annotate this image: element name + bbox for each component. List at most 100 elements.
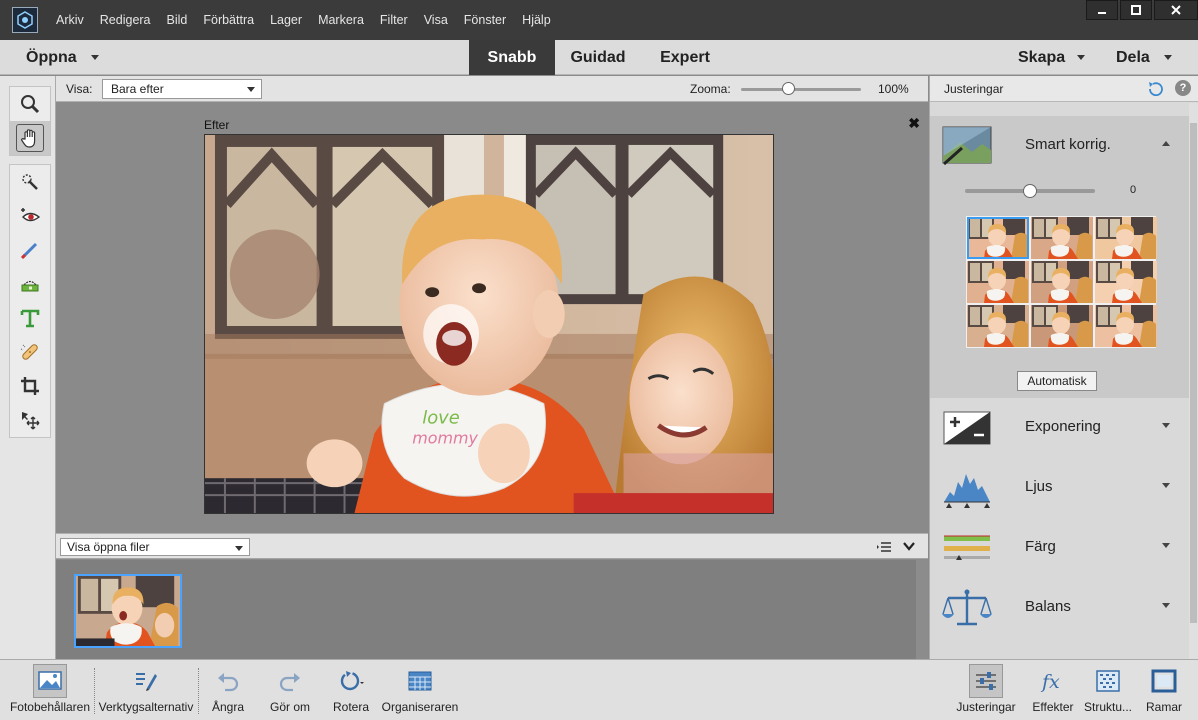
rotate-icon xyxy=(340,671,364,691)
color-icon xyxy=(944,535,990,560)
panel-scrollbar[interactable] xyxy=(1189,103,1198,659)
effects-button[interactable]: fx Effekter xyxy=(1028,664,1078,718)
levels-icon xyxy=(944,474,990,508)
menu-filter[interactable]: Filter xyxy=(372,0,416,40)
textures-button[interactable]: Struktu... xyxy=(1080,664,1136,718)
exposure-section[interactable]: Exponering xyxy=(930,398,1190,456)
menu-visa[interactable]: Visa xyxy=(416,0,456,40)
effects-icon: fx xyxy=(1040,671,1060,693)
red-eye-tool[interactable] xyxy=(10,199,50,233)
auto-button[interactable]: Automatisk xyxy=(1017,371,1097,391)
menu-bar: Arkiv Redigera Bild Förbättra Lager Mark… xyxy=(0,0,1198,40)
smart-fix-variation-thumbnail[interactable] xyxy=(1095,305,1157,347)
move-tool[interactable] xyxy=(10,403,50,437)
menu-forbattra[interactable]: Förbättra xyxy=(195,0,262,40)
color-section[interactable]: Färg xyxy=(930,518,1190,576)
bin-scrollbar[interactable] xyxy=(916,560,928,659)
chevron-down-icon[interactable] xyxy=(902,539,916,553)
smart-fix-variation-thumbnail[interactable] xyxy=(1031,305,1093,347)
photo-bin xyxy=(56,560,928,659)
redo-label: Gör om xyxy=(269,700,310,714)
menu-bild[interactable]: Bild xyxy=(159,0,196,40)
frames-button[interactable]: Ramar xyxy=(1140,664,1188,718)
zoom-slider-handle[interactable] xyxy=(782,82,795,95)
zoom-tool[interactable] xyxy=(10,87,50,121)
smart-fix-header[interactable]: Smart korrig. xyxy=(930,116,1190,174)
menu-redigera[interactable]: Redigera xyxy=(92,0,159,40)
menu-markera[interactable]: Markera xyxy=(310,0,372,40)
hand-icon xyxy=(21,129,36,148)
panel-header: Justeringar ? xyxy=(930,76,1198,102)
whiten-teeth-tool[interactable] xyxy=(10,233,50,267)
hand-tool[interactable] xyxy=(10,121,50,155)
rotate-button[interactable]: Rotera xyxy=(326,664,376,718)
frames-label: Ramar xyxy=(1145,700,1182,714)
bin-photo-thumbnail[interactable] xyxy=(74,574,182,648)
organizer-label: Organiseraren xyxy=(381,700,459,714)
smart-fix-variation-thumbnail[interactable] xyxy=(967,217,1029,259)
open-button[interactable]: Öppna xyxy=(26,40,99,75)
panel-scrollbar-thumb[interactable] xyxy=(1190,123,1197,623)
chevron-down-icon xyxy=(247,87,255,92)
smart-fix-slider-handle[interactable] xyxy=(1023,184,1037,198)
tool-options-button[interactable]: Verktygsalternativ xyxy=(96,664,196,718)
crop-tool[interactable] xyxy=(10,369,50,403)
balance-section[interactable]: Balans xyxy=(930,578,1190,636)
bin-options-icon[interactable] xyxy=(876,540,892,554)
close-window-icon[interactable] xyxy=(1154,0,1198,20)
maximize-icon[interactable] xyxy=(1120,0,1152,20)
levels-section[interactable]: Ljus xyxy=(930,458,1190,516)
eye-icon xyxy=(21,208,41,222)
undo-button[interactable]: Ångra xyxy=(202,664,254,718)
photo-bin-label: Fotobehållaren xyxy=(9,700,91,714)
text-tool[interactable] xyxy=(10,301,50,335)
view-label: Visa: xyxy=(66,82,93,96)
view-mode-select[interactable]: Bara efter xyxy=(102,79,262,99)
smart-fix-variation-thumbnail[interactable] xyxy=(967,261,1029,303)
tab-expert[interactable]: Expert xyxy=(644,40,726,75)
brush-icon xyxy=(20,242,38,260)
show-files-select[interactable]: Visa öppna filer xyxy=(60,538,250,556)
after-view-label: Efter xyxy=(204,118,230,132)
view-options-bar: Visa: Bara efter Zooma: 100% xyxy=(56,76,928,102)
redo-icon xyxy=(279,673,300,692)
smart-fix-variation-thumbnail[interactable] xyxy=(1095,261,1157,303)
balance-icon xyxy=(942,589,992,626)
separator xyxy=(94,668,95,714)
smart-fix-variation-thumbnail[interactable] xyxy=(1095,217,1157,259)
crop-icon xyxy=(21,377,39,395)
smart-fix-variation-thumbnail[interactable] xyxy=(1031,217,1093,259)
menu-hjalp[interactable]: Hjälp xyxy=(514,0,559,40)
adjustments-button[interactable]: Justeringar xyxy=(952,664,1020,718)
close-icon[interactable]: ✖ xyxy=(908,115,920,132)
level-icon xyxy=(21,280,39,292)
chevron-down-icon xyxy=(1163,55,1172,61)
bandage-icon xyxy=(20,344,38,360)
menu-fonster[interactable]: Fönster xyxy=(456,0,514,40)
minimize-icon[interactable] xyxy=(1086,0,1118,20)
chevron-down-icon xyxy=(90,55,99,61)
smart-fix-variation-thumbnail[interactable] xyxy=(967,305,1029,347)
smart-fix-slider-value: 0 xyxy=(1130,184,1137,196)
tab-guided[interactable]: Guidad xyxy=(556,40,640,75)
reset-icon[interactable] xyxy=(1147,80,1165,96)
smart-fix-variation-thumbnail[interactable] xyxy=(1031,261,1093,303)
tab-quick[interactable]: Snabb xyxy=(469,40,555,75)
document-photo[interactable]: love mommy xyxy=(204,134,774,514)
quick-selection-tool[interactable] xyxy=(10,165,50,199)
menu-lager[interactable]: Lager xyxy=(262,0,310,40)
redo-button[interactable]: Gör om xyxy=(262,664,318,718)
organizer-button[interactable]: Organiseraren xyxy=(380,664,460,718)
smart-fix-section: Smart korrig. 0 Automatisk xyxy=(930,116,1190,398)
create-button[interactable]: Skapa xyxy=(1018,40,1086,75)
help-icon[interactable]: ? xyxy=(1175,80,1191,96)
menu-arkiv[interactable]: Arkiv xyxy=(48,0,92,40)
chevron-up-icon xyxy=(1162,141,1170,146)
share-button[interactable]: Dela xyxy=(1116,40,1172,75)
frames-icon xyxy=(1151,669,1177,693)
tool-options-icon xyxy=(136,673,157,691)
spot-healing-tool[interactable] xyxy=(10,335,50,369)
photo-bin-button[interactable]: Fotobehållaren xyxy=(8,664,92,718)
zoom-slider-track[interactable] xyxy=(741,88,861,91)
straighten-tool[interactable] xyxy=(10,267,50,301)
